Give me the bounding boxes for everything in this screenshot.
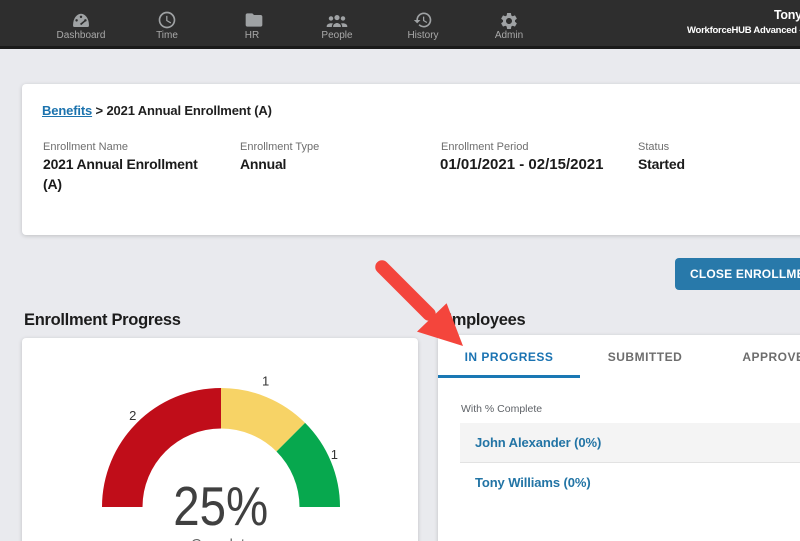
svg-text:1: 1 bbox=[331, 447, 338, 462]
svg-text:2: 2 bbox=[129, 408, 136, 423]
svg-text:1: 1 bbox=[262, 374, 269, 389]
svg-text:Complete: Complete bbox=[191, 536, 253, 541]
svg-text:25%: 25% bbox=[173, 475, 268, 537]
